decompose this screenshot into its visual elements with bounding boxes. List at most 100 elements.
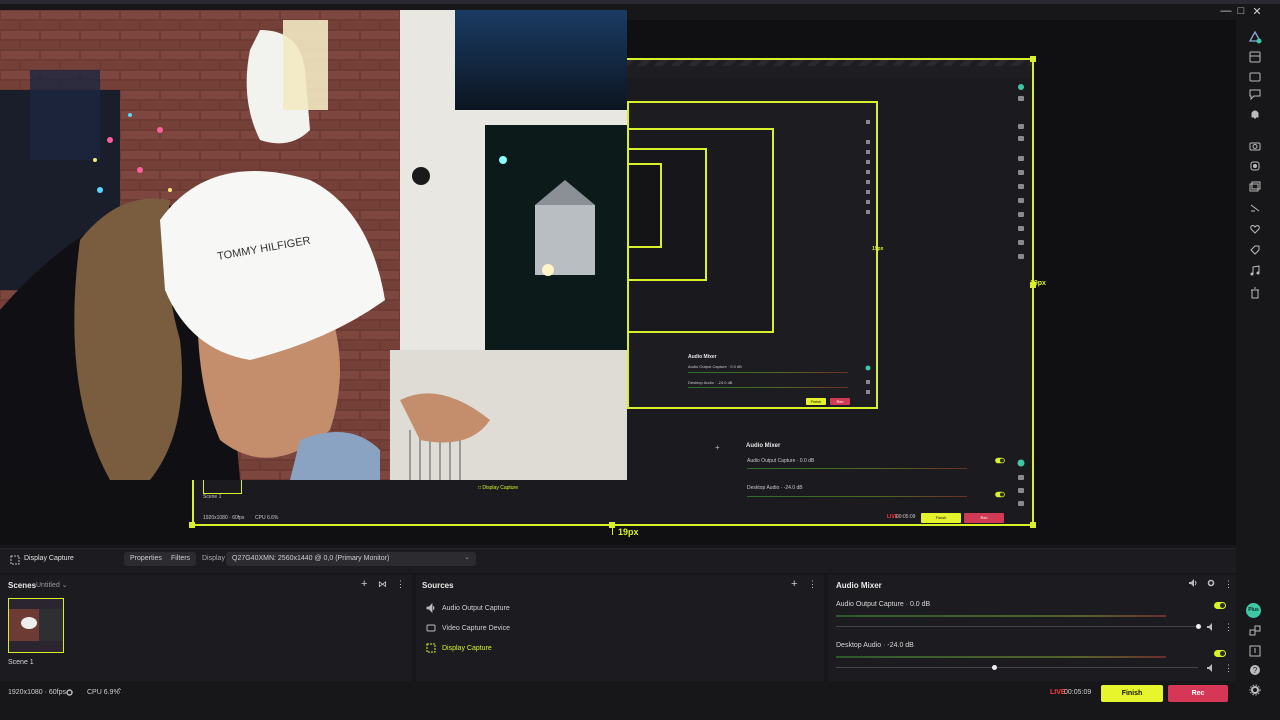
- mixer-volume-icon[interactable]: [1188, 578, 1198, 588]
- video-camera-icon: [426, 624, 436, 632]
- mixer-ch2-slider[interactable]: [836, 667, 1198, 668]
- cpu-expand-icon[interactable]: ⌃: [116, 687, 123, 696]
- ch1-speaker-icon[interactable]: [1206, 622, 1216, 632]
- display-select-value: Q27G40XMN: 2560x1440 @ 0,0 (Primary Moni…: [232, 555, 390, 562]
- nested-rail-1: [1015, 70, 1027, 520]
- display-capture-icon: [426, 643, 436, 653]
- studio-mode-icon[interactable]: [1248, 30, 1262, 44]
- add-scene-icon[interactable]: +: [361, 578, 367, 590]
- help-icon[interactable]: ?: [1248, 663, 1262, 677]
- transition-icon[interactable]: [1248, 201, 1262, 215]
- status-cpu: CPU 6.9%: [87, 689, 120, 696]
- scene-collection-name: Untitled: [36, 582, 60, 589]
- music-icon[interactable]: [1248, 264, 1262, 278]
- mixer-ch1-toggle[interactable]: [1214, 602, 1226, 609]
- source-item-audio-output[interactable]: Audio Output Capture: [426, 601, 510, 615]
- webcam-feed[interactable]: TOMMY HILFIGER: [0, 10, 627, 480]
- source-item-video-capture[interactable]: Video Capture Device: [426, 621, 510, 635]
- mixer-title: Audio Mixer: [836, 581, 882, 590]
- preview-scene-thumb: [203, 478, 242, 494]
- resize-handle-bl[interactable]: [189, 522, 195, 528]
- mixer-ch1-slider[interactable]: [836, 626, 1198, 627]
- scene-name[interactable]: Scene 1: [8, 659, 34, 666]
- nested-mixer: Audio Mixer Audio Output Capture · 0.0 d…: [688, 354, 868, 405]
- replay-icon[interactable]: [1248, 180, 1262, 194]
- nested-mixer-title: Audio Mixer: [688, 354, 717, 360]
- add-source-icon[interactable]: +: [791, 578, 797, 590]
- display-capture-icon: [10, 555, 20, 565]
- preview-ch1: Audio Output Capture · 0.0 dB: [747, 458, 815, 464]
- mixer-ch2-toggle[interactable]: [1214, 650, 1226, 657]
- nested-ch2: Desktop Audio · -24.0 dB: [688, 380, 733, 385]
- screenshot-icon[interactable]: [1248, 159, 1262, 173]
- display-label: Display: [202, 555, 225, 562]
- ch1-menu-icon[interactable]: ⋮: [1224, 622, 1233, 633]
- transition-scene-icon[interactable]: ⋈: [378, 579, 387, 590]
- mixer-ch1-name: Audio Output Capture: [836, 601, 904, 608]
- dim-label-bottom: 19px: [618, 527, 639, 537]
- dim-label-right: 19px: [1030, 280, 1046, 287]
- plus-badge[interactable]: Plus: [1246, 603, 1261, 618]
- widgets-icon[interactable]: [1248, 624, 1262, 638]
- bell-icon[interactable]: [1248, 107, 1262, 121]
- preview-ch2: Desktop Audio · -24.0 dB: [747, 485, 803, 491]
- panel-icon[interactable]: [1248, 644, 1262, 658]
- source-label: Audio Output Capture: [442, 604, 510, 612]
- preview-add-icon: +: [715, 443, 720, 452]
- preview-toggle-1: [995, 457, 1005, 464]
- mixer-ch2-db: -24.0 dB: [887, 642, 914, 649]
- settings-icon[interactable]: [1248, 683, 1262, 697]
- mixer-menu-icon[interactable]: ⋮: [1224, 579, 1233, 590]
- mixer-ch1-label: Audio Output Capture · 0.0 dB: [836, 601, 931, 608]
- source-label: Video Capture Device: [442, 624, 510, 632]
- rec-button[interactable]: Rec: [1168, 685, 1228, 702]
- ch2-speaker-icon[interactable]: [1206, 663, 1216, 673]
- nested-ch1: Audio Output Capture · 0.0 dB: [688, 364, 742, 369]
- preview-source-label: Display Capture: [482, 485, 518, 491]
- preview-toggle-2: [995, 491, 1005, 498]
- resize-handle-tr[interactable]: [1030, 56, 1036, 62]
- right-rail: [1240, 20, 1280, 720]
- properties-button[interactable]: Properties: [124, 552, 168, 566]
- heart-icon[interactable]: [1248, 222, 1262, 236]
- scene-collection-select[interactable]: Untitled ⌄: [36, 581, 68, 589]
- scenes-title: Scenes: [8, 581, 37, 590]
- ch2-menu-icon[interactable]: ⋮: [1224, 663, 1233, 674]
- dim-line-bottom: [612, 527, 613, 535]
- mixer-settings-icon[interactable]: [1206, 578, 1216, 588]
- maximize-icon[interactable]: □: [1234, 4, 1248, 18]
- minimize-icon[interactable]: —: [1219, 4, 1233, 18]
- audio-mixer-dock: [828, 575, 1236, 681]
- live-timer: 00:05:09: [1064, 689, 1092, 696]
- trash-icon[interactable]: [1248, 286, 1262, 300]
- selected-source-name: Display Capture: [24, 555, 74, 562]
- sources-menu-icon[interactable]: ⋮: [808, 579, 817, 590]
- status-settings-icon[interactable]: [65, 688, 74, 697]
- tag-icon[interactable]: [1248, 243, 1262, 257]
- preview-scene-label: Scene 1: [203, 494, 222, 500]
- filters-button[interactable]: Filters: [165, 552, 197, 566]
- scene-thumbnail[interactable]: [8, 598, 64, 653]
- chat-icon[interactable]: [1248, 87, 1262, 101]
- nested-rec: Rec: [830, 398, 850, 405]
- sources-title: Sources: [422, 581, 454, 590]
- layout-icon[interactable]: [1248, 50, 1262, 64]
- camera-icon[interactable]: [1248, 139, 1262, 153]
- mixer-ch2-slider-thumb[interactable]: [992, 665, 997, 670]
- overlay-icon[interactable]: [1248, 70, 1262, 84]
- nested-meter-2: [688, 387, 848, 388]
- source-item-display-capture[interactable]: Display Capture: [426, 641, 492, 655]
- preview-mixer-title: Audio Mixer: [746, 443, 781, 449]
- display-select[interactable]: Q27G40XMN: 2560x1440 @ 0,0 (Primary Moni…: [226, 552, 476, 566]
- resize-handle-br[interactable]: [1030, 522, 1036, 528]
- chevron-down-icon: ⌄: [464, 554, 470, 561]
- preview-titlebar-inner: [626, 66, 1032, 78]
- nested-meter-1: [688, 372, 848, 373]
- mixer-ch1-slider-thumb[interactable]: [1196, 624, 1201, 629]
- close-icon[interactable]: ✕: [1250, 4, 1264, 18]
- preview-source-item: □ Display Capture: [478, 485, 518, 491]
- scenes-menu-icon[interactable]: ⋮: [396, 579, 405, 590]
- source-label: Display Capture: [442, 644, 492, 652]
- finish-button[interactable]: Finish: [1101, 685, 1163, 702]
- preview-meter-1: [747, 468, 967, 469]
